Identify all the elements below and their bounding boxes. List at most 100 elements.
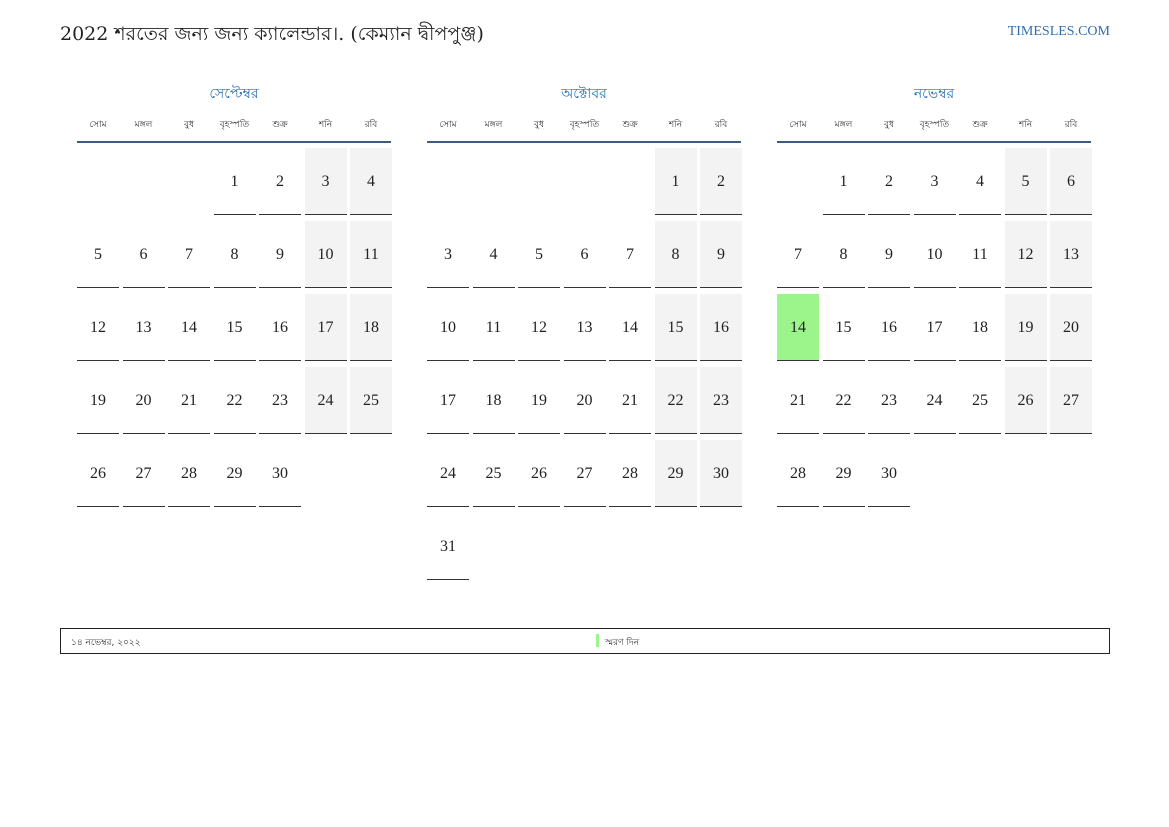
day-cell[interactable]: 5 — [77, 221, 119, 288]
day-cell[interactable]: 24 — [304, 367, 347, 434]
day-cell[interactable]: 7 — [777, 221, 819, 288]
day-cell[interactable]: 2 — [700, 148, 742, 215]
day-cell[interactable]: 10 — [304, 221, 347, 288]
site-link[interactable]: TIMESLES.COM — [1008, 24, 1110, 40]
day-cell[interactable]: 13 — [1050, 221, 1092, 288]
day-cell[interactable]: 18 — [472, 367, 515, 434]
weekday-label: বৃহস্পতি — [569, 120, 600, 130]
day-cell[interactable]: 28 — [777, 440, 819, 507]
day-cell[interactable]: 3 — [427, 221, 469, 288]
day-cell[interactable]: 20 — [563, 367, 606, 434]
day-cell[interactable]: 3 — [304, 148, 347, 215]
day-cell[interactable]: 25 — [350, 367, 392, 434]
footer-legend: ১৪ নভেম্বর, ২০২২ স্মরণ দিন — [60, 628, 1110, 654]
day-cell[interactable]: 23 — [700, 367, 742, 434]
day-cell[interactable]: 17 — [304, 294, 347, 361]
day-cell[interactable]: 19 — [77, 367, 119, 434]
day-cell[interactable]: 2 — [868, 148, 910, 215]
day-cell[interactable]: 10 — [427, 294, 469, 361]
day-cell[interactable]: 1 — [654, 148, 697, 215]
day-cell[interactable]: 6 — [563, 221, 606, 288]
weekday-label: রবি — [364, 120, 378, 130]
day-cell[interactable]: 11 — [959, 221, 1001, 288]
day-cell[interactable]: 20 — [122, 367, 165, 434]
day-cell[interactable]: 6 — [122, 221, 165, 288]
day-cell[interactable]: 14 — [777, 294, 819, 361]
day-cell[interactable]: 19 — [1004, 294, 1047, 361]
day-cell[interactable]: 29 — [822, 440, 865, 507]
day-cell[interactable]: 26 — [77, 440, 119, 507]
day-cell[interactable]: 22 — [654, 367, 697, 434]
day-cell[interactable]: 15 — [213, 294, 256, 361]
day-cell[interactable]: 30 — [868, 440, 910, 507]
day-cell[interactable]: 27 — [563, 440, 606, 507]
day-cell[interactable]: 12 — [518, 294, 560, 361]
day-cell[interactable]: 15 — [654, 294, 697, 361]
day-cell[interactable]: 12 — [77, 294, 119, 361]
day-cell[interactable]: 16 — [700, 294, 742, 361]
day-cell[interactable]: 26 — [518, 440, 560, 507]
day-cell[interactable]: 28 — [609, 440, 651, 507]
weekday-label: সোম — [89, 120, 107, 130]
day-cell[interactable]: 21 — [609, 367, 651, 434]
day-cell[interactable]: 3 — [913, 148, 956, 215]
day-cell[interactable]: 14 — [609, 294, 651, 361]
day-cell[interactable]: 20 — [1050, 294, 1092, 361]
day-cell[interactable]: 7 — [609, 221, 651, 288]
month-calendar: অক্টোবর সোম মঙ্গল বুধ বৃহস্পতি শুক্র শনি রবি 1 2 3… — [427, 84, 742, 580]
day-cell[interactable]: 26 — [1004, 367, 1047, 434]
day-cell[interactable]: 29 — [654, 440, 697, 507]
weekday-label: সোম — [789, 120, 807, 130]
day-cell[interactable]: 23 — [259, 367, 301, 434]
day-cell[interactable]: 30 — [700, 440, 742, 507]
day-cell[interactable]: 24 — [913, 367, 956, 434]
day-cell[interactable]: 15 — [822, 294, 865, 361]
day-cell[interactable]: 23 — [868, 367, 910, 434]
day-cell[interactable]: 25 — [472, 440, 515, 507]
day-cell[interactable]: 18 — [959, 294, 1001, 361]
day-cell[interactable]: 31 — [427, 513, 469, 580]
day-cell[interactable]: 1 — [213, 148, 256, 215]
day-cell[interactable]: 2 — [259, 148, 301, 215]
day-cell[interactable]: 17 — [913, 294, 956, 361]
day-cell[interactable]: 8 — [213, 221, 256, 288]
day-cell[interactable]: 1 — [822, 148, 865, 215]
day-cell[interactable]: 29 — [213, 440, 256, 507]
day-cell[interactable]: 7 — [168, 221, 210, 288]
day-cell[interactable]: 27 — [1050, 367, 1092, 434]
day-cell[interactable]: 9 — [868, 221, 910, 288]
day-cell[interactable]: 18 — [350, 294, 392, 361]
day-cell[interactable]: 28 — [168, 440, 210, 507]
day-cell[interactable]: 9 — [259, 221, 301, 288]
day-cell[interactable]: 21 — [168, 367, 210, 434]
day-cell[interactable]: 11 — [350, 221, 392, 288]
weekday-label: শুক্র — [272, 120, 288, 130]
day-cell[interactable]: 11 — [472, 294, 515, 361]
day-cell[interactable]: 30 — [259, 440, 301, 507]
day-cell[interactable]: 16 — [259, 294, 301, 361]
day-cell[interactable]: 13 — [563, 294, 606, 361]
day-cell[interactable]: 8 — [654, 221, 697, 288]
day-cell[interactable]: 8 — [822, 221, 865, 288]
day-cell[interactable]: 24 — [427, 440, 469, 507]
day-cell[interactable]: 27 — [122, 440, 165, 507]
day-cell[interactable]: 12 — [1004, 221, 1047, 288]
day-cell[interactable]: 17 — [427, 367, 469, 434]
day-cell[interactable]: 6 — [1050, 148, 1092, 215]
day-cell[interactable]: 14 — [168, 294, 210, 361]
day-cell[interactable]: 4 — [959, 148, 1001, 215]
day-cell[interactable]: 13 — [122, 294, 165, 361]
day-cell[interactable]: 4 — [350, 148, 392, 215]
day-cell[interactable]: 22 — [822, 367, 865, 434]
day-cell[interactable]: 25 — [959, 367, 1001, 434]
day-cell[interactable]: 16 — [868, 294, 910, 361]
weekday-label: শনি — [668, 120, 683, 130]
day-cell[interactable]: 4 — [472, 221, 515, 288]
day-cell[interactable]: 22 — [213, 367, 256, 434]
day-cell[interactable]: 10 — [913, 221, 956, 288]
day-cell[interactable]: 5 — [1004, 148, 1047, 215]
day-cell[interactable]: 9 — [700, 221, 742, 288]
day-cell[interactable]: 21 — [777, 367, 819, 434]
day-cell[interactable]: 5 — [518, 221, 560, 288]
day-cell[interactable]: 19 — [518, 367, 560, 434]
